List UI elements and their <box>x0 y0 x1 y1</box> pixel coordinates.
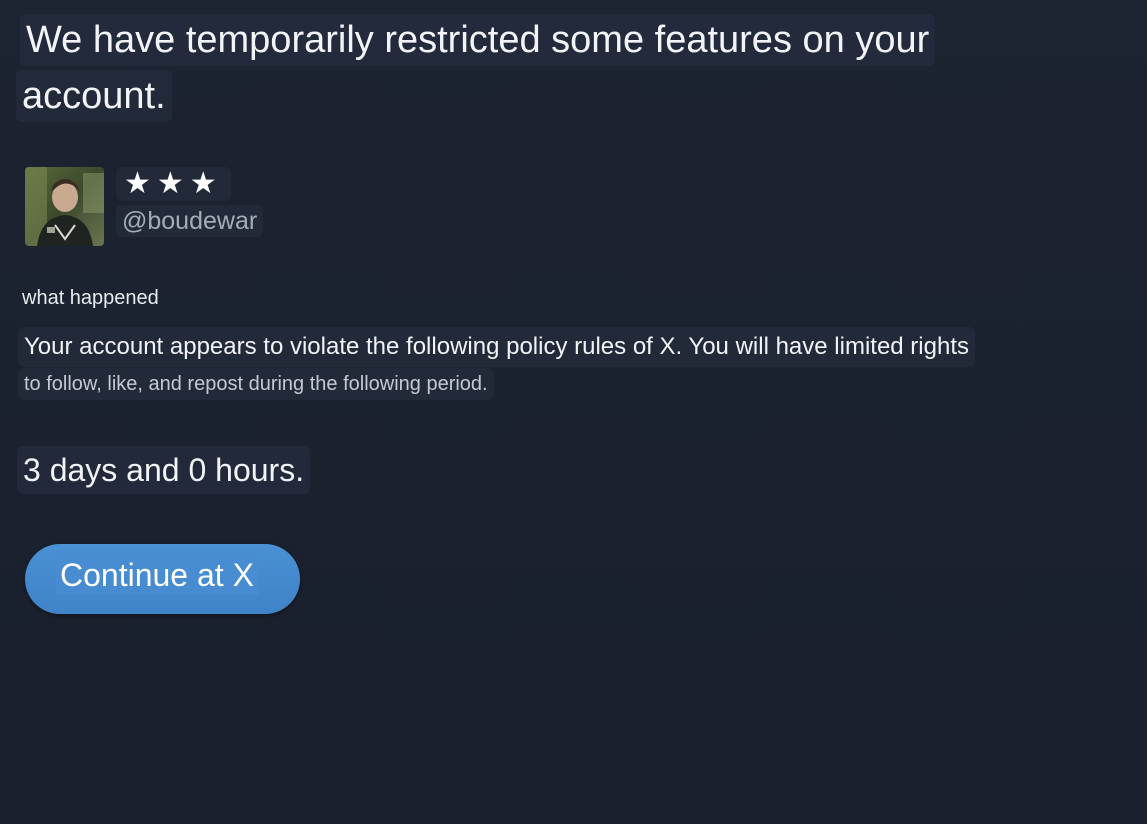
page-title-line-2: account. <box>16 70 172 122</box>
username-handle: @boudewar <box>116 205 264 237</box>
continue-button-label: Continue at X <box>56 555 258 595</box>
rating-stars: ★★★ <box>116 167 231 201</box>
continue-button[interactable]: Continue at X <box>25 544 300 614</box>
restriction-duration: 3 days and 0 hours. <box>17 446 311 494</box>
page-title-line-1: We have temporarily restricted some feat… <box>20 14 936 66</box>
section-label-what-happened: what happened <box>22 287 159 309</box>
restriction-notice-page: We have temporarily restricted some feat… <box>0 0 1147 824</box>
profile-photo-icon <box>25 167 104 246</box>
avatar <box>25 167 104 246</box>
violation-message-line-2: to follow, like, and repost during the f… <box>18 368 494 400</box>
violation-message-line-1: Your account appears to violate the foll… <box>18 327 975 367</box>
